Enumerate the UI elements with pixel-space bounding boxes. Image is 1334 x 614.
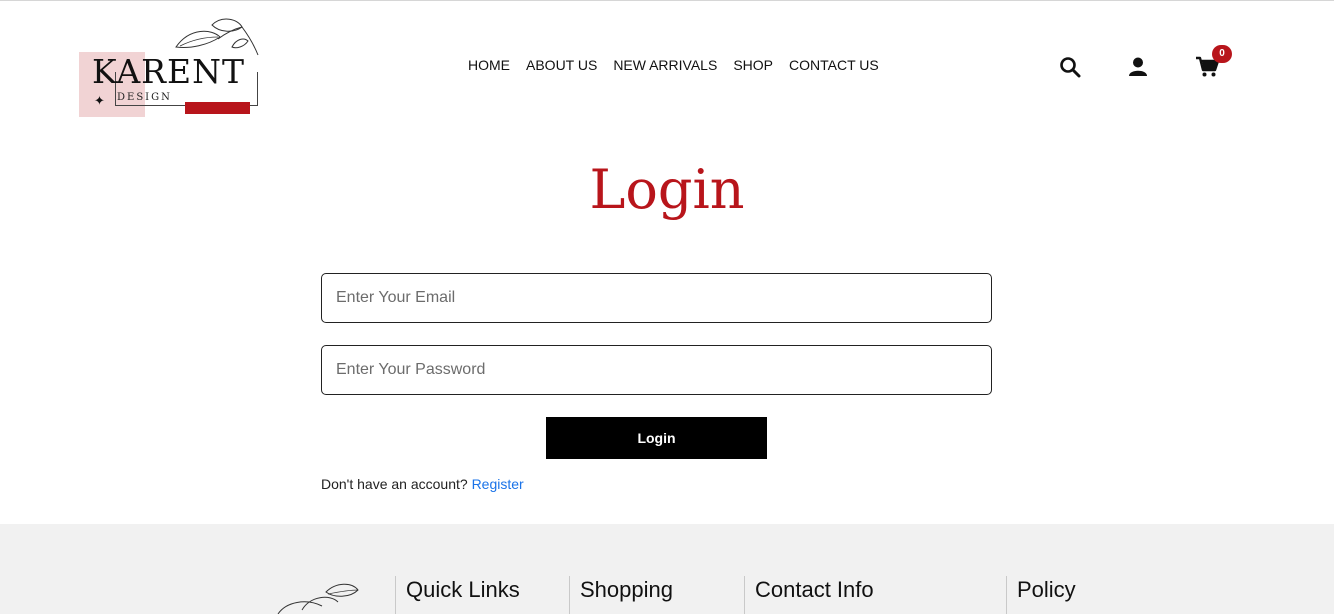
nav-about-us[interactable]: ABOUT US	[526, 57, 597, 73]
nav-home[interactable]: HOME	[468, 57, 510, 73]
logo-red-bar	[185, 102, 250, 114]
footer-heading: Policy	[1017, 577, 1076, 602]
register-link[interactable]: Register	[472, 476, 524, 492]
search-icon[interactable]	[1059, 56, 1081, 78]
nav-new-arrivals[interactable]: NEW ARRIVALS	[613, 57, 717, 73]
user-icon[interactable]	[1127, 56, 1149, 78]
nav-contact-us[interactable]: CONTACT US	[789, 57, 879, 73]
page-title: Login	[589, 158, 745, 221]
footer-col-contact-info: Contact Info	[744, 576, 874, 614]
footer-leaf-icon	[277, 583, 359, 614]
footer-heading: Quick Links	[406, 577, 520, 602]
sparkle-icon: ✦	[94, 93, 105, 108]
nav-shop[interactable]: SHOP	[733, 57, 773, 73]
footer-col-shopping: Shopping	[569, 576, 673, 614]
site-footer: Quick Links Shopping Contact Info Policy	[0, 524, 1334, 614]
login-button[interactable]: Login	[546, 417, 767, 459]
footer-col-quick-links: Quick Links	[395, 576, 520, 614]
brand-logo[interactable]: KARENT ✦ DESIGN	[78, 17, 263, 119]
main-nav: HOME ABOUT US NEW ARRIVALS SHOP CONTACT …	[468, 57, 879, 73]
footer-col-policy: Policy	[1006, 576, 1076, 614]
footer-heading: Shopping	[580, 577, 673, 602]
site-header: KARENT ✦ DESIGN HOME ABOUT US NEW ARRIVA…	[0, 1, 1334, 131]
no-account-text: Don't have an account?	[321, 476, 468, 492]
logo-wordmark: KARENT	[92, 52, 245, 91]
email-field[interactable]	[321, 273, 992, 323]
password-field[interactable]	[321, 345, 992, 395]
logo-subtitle: DESIGN	[117, 92, 172, 103]
register-prompt: Don't have an account? Register	[321, 476, 524, 492]
cart-count-badge: 0	[1212, 45, 1232, 63]
footer-heading: Contact Info	[755, 577, 874, 602]
